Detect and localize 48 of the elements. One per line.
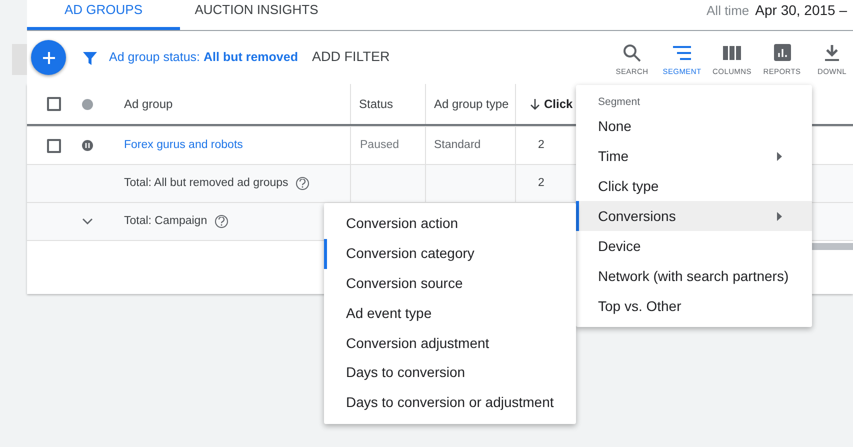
segment-icon	[673, 44, 691, 62]
table-cell-text: 2	[538, 176, 544, 191]
menu-item[interactable]: Click type	[576, 171, 812, 201]
menu-item[interactable]: None	[576, 111, 812, 141]
reports-icon	[774, 44, 790, 62]
column-header[interactable]: Status	[359, 95, 394, 113]
ad-group-link[interactable]: Forex gurus and robots	[124, 136, 243, 154]
columns-icon	[723, 44, 741, 62]
menu-item[interactable]: Days to conversion	[324, 358, 576, 388]
column-header[interactable]: Click	[544, 95, 573, 113]
download-icon	[825, 44, 839, 62]
plus-icon	[42, 50, 56, 64]
chevron-down-icon[interactable]	[82, 218, 93, 225]
menu-item[interactable]: Conversion category	[324, 238, 576, 269]
sort-arrow-icon[interactable]	[530, 98, 540, 110]
paused-icon	[82, 140, 93, 151]
help-icon[interactable]	[215, 215, 228, 228]
menu-item[interactable]: Conversion adjustment	[324, 328, 576, 358]
date-range-picker[interactable]: Apr 30, 2015 –	[755, 3, 853, 17]
add-filter-button[interactable]: ADD FILTER	[312, 47, 390, 68]
checkbox[interactable]	[47, 97, 61, 111]
checkbox[interactable]	[47, 138, 61, 152]
scrollbar[interactable]	[812, 243, 853, 250]
table-cell-text: Standard	[434, 138, 481, 153]
column-header[interactable]: Ad group	[124, 95, 173, 113]
table-cell-text: 2	[538, 138, 544, 153]
menu-item[interactable]: Time	[576, 141, 812, 171]
filter-icon[interactable]	[83, 50, 97, 64]
search-icon	[623, 44, 641, 62]
total-label: Total: Campaign	[124, 214, 208, 229]
menu-item[interactable]: Conversion source	[324, 268, 576, 298]
menu-item[interactable]: Top vs. Other	[576, 291, 812, 321]
menu-header: Segment	[597, 95, 642, 110]
table-cell-text: Paused	[360, 138, 400, 153]
tab[interactable]: AUCTION INSIGHTS	[180, 0, 333, 30]
column-header[interactable]: Ad group type	[434, 95, 509, 113]
sidebar-handle[interactable]	[12, 44, 27, 75]
add-button[interactable]	[31, 40, 66, 75]
date-range-label: All time	[706, 4, 750, 17]
menu-item[interactable]: Days to conversion or adjustment	[324, 388, 576, 418]
total-label: Total: All but removed ad groups	[124, 176, 288, 191]
help-icon[interactable]	[296, 177, 310, 190]
menu-item[interactable]: Conversion action	[324, 209, 576, 239]
menu-item[interactable]: Ad event type	[324, 298, 576, 328]
menu-item[interactable]: Conversions	[576, 201, 812, 231]
menu-item[interactable]: Device	[576, 231, 812, 261]
filter-chip[interactable]: Ad group status: All but removed	[109, 48, 298, 67]
menu-item[interactable]: Network (with search partners)	[576, 261, 812, 291]
